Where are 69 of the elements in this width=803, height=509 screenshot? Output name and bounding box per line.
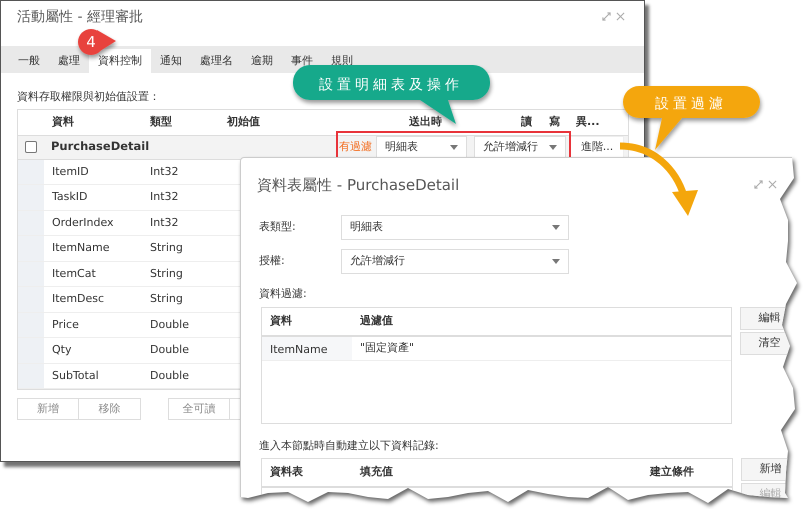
section-label: 進入本節點時自動建立以下資料記錄: bbox=[258, 438, 440, 454]
table-cell-text: Double bbox=[150, 342, 189, 358]
table-cell: ItemName bbox=[262, 336, 352, 360]
tab[interactable]: 通知 bbox=[151, 49, 191, 73]
section-label: 資料過濾: bbox=[258, 286, 308, 302]
table-cell-text: Qty bbox=[52, 342, 72, 358]
column-header: 異... bbox=[576, 114, 601, 130]
column-header: 建立條件 bbox=[648, 464, 695, 480]
table-type-select[interactable]: 明細表 bbox=[341, 214, 569, 240]
expand-icon[interactable] bbox=[602, 12, 611, 21]
tab[interactable]: 資料控制 bbox=[89, 49, 151, 73]
table-cell-text: Double bbox=[150, 368, 189, 384]
tab[interactable]: 事件 bbox=[282, 49, 322, 73]
permission-select[interactable]: 允許增減行 bbox=[341, 248, 569, 274]
tab[interactable]: 逾期 bbox=[242, 49, 282, 73]
caret-icon bbox=[552, 258, 560, 264]
expand-icon[interactable] bbox=[754, 180, 762, 188]
caret-icon bbox=[450, 144, 458, 150]
close-icon[interactable] bbox=[616, 12, 626, 21]
column-header: 填充值 bbox=[358, 464, 394, 480]
field-label: 授權: bbox=[259, 252, 286, 269]
table-cell-text: ItemCat bbox=[52, 266, 97, 282]
table-cell-text: String bbox=[150, 291, 183, 307]
table-cell-text: Int32 bbox=[150, 164, 179, 180]
table-cell-text: Price bbox=[52, 316, 80, 332]
action-button[interactable]: 移除 bbox=[79, 398, 141, 420]
callout-text: 設置過濾 bbox=[655, 96, 727, 112]
table-cell-text: SubTotal bbox=[52, 368, 100, 384]
tab[interactable]: 處理 bbox=[49, 49, 89, 73]
table-cell-text: String bbox=[150, 266, 183, 282]
table-cell-text: ItemID bbox=[52, 164, 90, 180]
tab[interactable]: 一般 bbox=[9, 49, 49, 73]
advanced-button[interactable]: 進階... bbox=[570, 136, 624, 158]
filter-label: 有過濾 bbox=[339, 138, 372, 155]
close-icon[interactable] bbox=[768, 180, 777, 188]
checkbox[interactable] bbox=[25, 141, 37, 153]
column-header: 寫 bbox=[549, 114, 561, 130]
tab[interactable]: 規則 bbox=[322, 49, 362, 73]
action-button[interactable]: 全可讀 bbox=[168, 398, 230, 420]
table-cell-text: TaskID bbox=[52, 189, 88, 205]
column-header: 初始值 bbox=[227, 114, 261, 130]
column-header: 讀 bbox=[521, 114, 533, 130]
table-cell-text: Int32 bbox=[150, 214, 179, 230]
table-cell-text: OrderIndex bbox=[52, 214, 115, 230]
table-cell-text: Double bbox=[150, 316, 189, 332]
table-type-select[interactable]: 明細表 bbox=[376, 136, 467, 158]
column-header: 送出時 bbox=[409, 114, 443, 130]
dialog-title: 活動屬性 - 經理審批 bbox=[17, 9, 143, 26]
caret-icon bbox=[549, 144, 557, 150]
table-cell-text: ItemName bbox=[52, 240, 110, 256]
tab[interactable]: 處理名 bbox=[191, 49, 242, 73]
table-name: PurchaseDetail bbox=[51, 138, 150, 156]
step-number: 4 bbox=[86, 33, 96, 51]
field-label: 表類型: bbox=[259, 218, 297, 235]
section-label: 資料存取權限與初始值設置： bbox=[17, 90, 160, 103]
table-cell-text: ItemDesc bbox=[52, 291, 106, 307]
caret-icon bbox=[552, 224, 560, 230]
column-header: 類型 bbox=[150, 114, 173, 130]
action-button[interactable]: 新增 bbox=[17, 398, 79, 420]
table-cell-text: String bbox=[150, 240, 183, 256]
column-header: 資料 bbox=[269, 312, 293, 329]
table-cell-text: Int32 bbox=[150, 189, 179, 205]
dialog-title: 資料表屬性 - PurchaseDetail bbox=[257, 175, 460, 196]
callout-text: 設置明細表及操作 bbox=[319, 77, 463, 93]
column-header: 過濾值 bbox=[359, 312, 394, 329]
permission-select[interactable]: 允許增減行 bbox=[474, 136, 566, 158]
column-header: 資料 bbox=[52, 114, 75, 130]
column-header: 資料表 bbox=[269, 464, 304, 480]
table-cell-text: "固定資產" bbox=[359, 340, 414, 356]
